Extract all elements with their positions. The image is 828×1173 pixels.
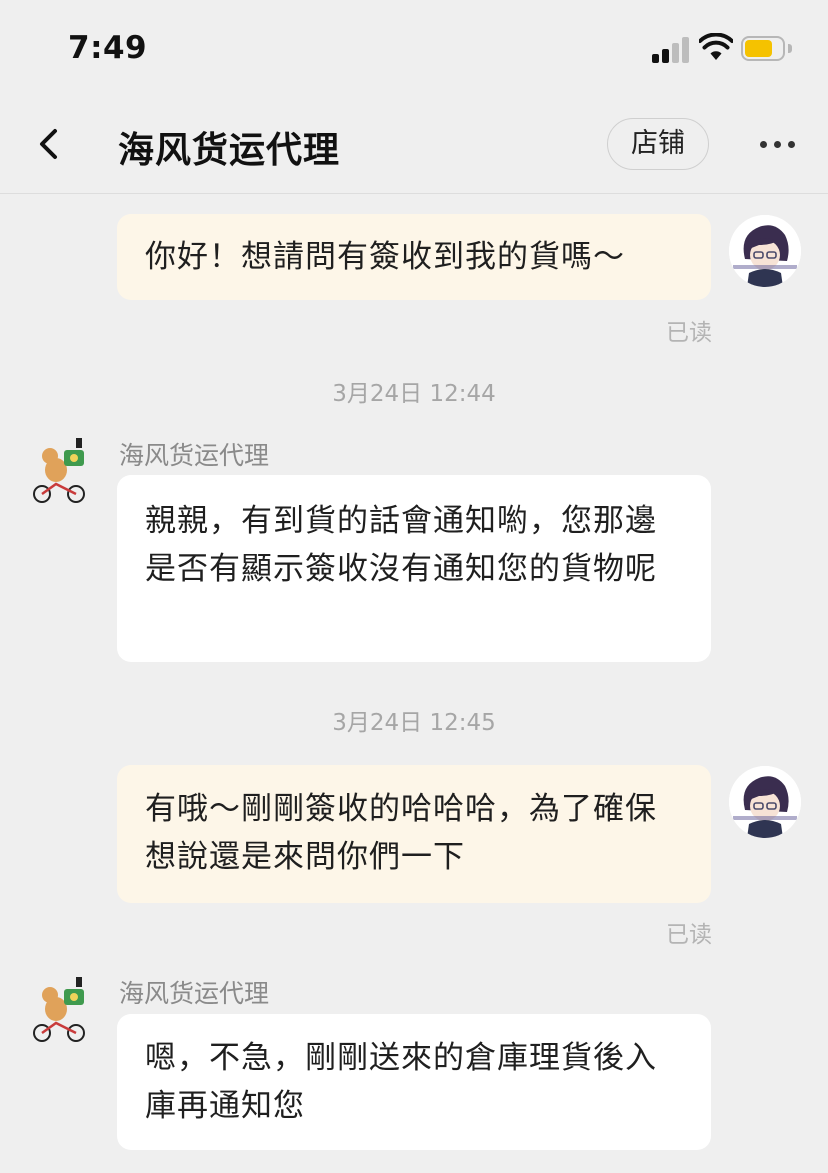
my-avatar[interactable]: [729, 215, 801, 287]
read-receipt: 已读: [666, 922, 712, 948]
my-message-bubble[interactable]: 有哦～剛剛簽收的哈哈哈，為了確保想說還是來問你們一下: [117, 765, 711, 903]
chat-header: 海风货运代理 店铺: [0, 96, 828, 194]
battery-level: [745, 40, 772, 57]
status-bar: 7:49: [0, 0, 828, 96]
sender-name: 海风货运代理: [119, 441, 270, 470]
my-message-bubble[interactable]: 你好！想請問有簽收到我的貨嗎～: [117, 214, 711, 300]
shop-message-bubble[interactable]: 嗯，不急，剛剛送來的倉庫理貨後入庫再通知您: [117, 1014, 711, 1150]
read-receipt: 已读: [666, 320, 712, 346]
message-timestamp: 3月24日 12:45: [332, 710, 496, 736]
chevron-left-icon[interactable]: [34, 124, 66, 164]
battery-icon: [741, 36, 793, 63]
sender-name: 海风货运代理: [119, 979, 270, 1008]
store-button[interactable]: 店铺: [607, 118, 709, 170]
cellular-signal-icon: [652, 37, 692, 63]
wifi-icon: [699, 33, 733, 60]
status-time: 7:49: [68, 30, 148, 66]
message-timestamp: 3月24日 12:44: [332, 381, 496, 407]
shop-avatar[interactable]: [26, 436, 98, 508]
shop-message-bubble[interactable]: 親親，有到貨的話會通知喲，您那邊是否有顯示簽收沒有通知您的貨物呢: [117, 475, 711, 662]
shop-avatar[interactable]: [26, 975, 98, 1047]
chat-title: 海风货运代理: [118, 130, 341, 171]
my-avatar[interactable]: [729, 766, 801, 838]
more-horizontal-icon[interactable]: [757, 139, 797, 151]
